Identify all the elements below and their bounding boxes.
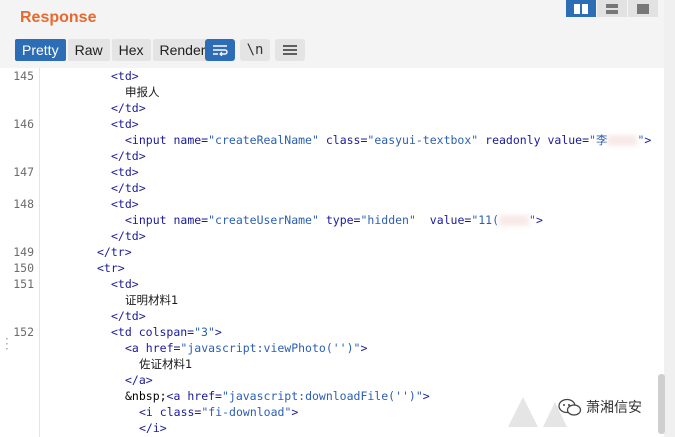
code-line: <a href="javascript:viewPhoto('')"> — [125, 341, 368, 355]
attr-value: javascript:downloadFile('') — [228, 389, 416, 403]
code-line: </a> — [125, 373, 153, 387]
attr-value: fi-download — [208, 405, 285, 419]
layout-horizontal-icon[interactable] — [597, 0, 628, 17]
layout-split-icon[interactable] — [566, 0, 597, 17]
code-line: </td> — [111, 309, 146, 323]
code-viewer[interactable]: 145 146 147 148 149 150 151 152 <td> 申报人… — [0, 68, 664, 437]
panel-title: Response — [20, 9, 97, 26]
scrollbar[interactable] — [664, 0, 675, 437]
tab-render[interactable]: Render — [152, 39, 213, 61]
code-line: <input name="createRealName" class="easy… — [125, 133, 652, 147]
attr-value: createUserName — [215, 213, 312, 227]
layout-single-icon[interactable] — [628, 0, 659, 17]
response-header: Response Pretty Raw Hex Render \n — [0, 0, 664, 68]
code-line: <tr> — [97, 261, 125, 275]
wrap-lines-icon[interactable] — [205, 39, 235, 61]
code-line: </td> — [111, 229, 146, 243]
layout-toggles — [566, 0, 659, 17]
redaction — [499, 215, 530, 226]
watermark-text: 萧湘信安 — [586, 400, 642, 416]
show-newlines-button[interactable]: \n — [240, 39, 270, 61]
tab-hex[interactable]: Hex — [111, 39, 151, 61]
attr-value: 3 — [201, 325, 208, 339]
line-number: 145 — [13, 69, 34, 83]
code-line: <td> — [111, 197, 139, 211]
line-number: 151 — [13, 277, 34, 291]
code-line: 佐证材料1 — [139, 356, 192, 372]
wechat-icon — [558, 398, 582, 416]
resize-handle[interactable]: · · · — [5, 333, 9, 355]
cell-text: 佐证材料1 — [139, 357, 193, 371]
code-line: </td> — [111, 181, 146, 195]
code-line: <i class="fi-download"> — [139, 405, 299, 419]
code-line: 证明材料1 — [125, 292, 178, 308]
redaction — [607, 135, 638, 146]
watermark: 萧湘信安 — [558, 397, 642, 417]
code-line: </tr> — [97, 245, 132, 259]
code-line: <td> — [111, 117, 139, 131]
code-line: <td> — [111, 69, 139, 83]
attr-value: 李 — [595, 133, 608, 147]
line-number: 147 — [13, 165, 34, 179]
code-line: </i> — [139, 421, 167, 435]
code-line: <td> — [111, 277, 139, 291]
code-line: &nbsp;<a href="javascript:downloadFile('… — [125, 389, 430, 403]
attr-value: hidden — [367, 213, 409, 227]
tab-pretty[interactable]: Pretty — [15, 39, 66, 61]
line-number: 149 — [13, 245, 34, 259]
attr-value: createRealName — [215, 133, 312, 147]
code-line: </td> — [111, 101, 146, 115]
menu-icon[interactable] — [275, 39, 305, 61]
line-number: 148 — [13, 197, 34, 211]
cell-text: 申报人 — [125, 85, 160, 99]
line-number: 146 — [13, 117, 34, 131]
code-line: <td colspan="3"> — [111, 325, 222, 339]
code-line: </td> — [111, 149, 146, 163]
attr-value: 11( — [478, 213, 500, 227]
entity-text: &nbsp; — [125, 389, 167, 403]
scrollbar-thumb[interactable] — [658, 374, 665, 434]
view-tabs: Pretty Raw Hex Render — [15, 39, 213, 61]
code-line: 申报人 — [125, 84, 160, 100]
code-line: <td> — [111, 165, 139, 179]
attr-value: javascript:viewPhoto('') — [187, 341, 354, 355]
code-line: <input name="createUserName" type="hidde… — [125, 213, 543, 227]
attr-value: easyui-textbox — [374, 133, 472, 147]
cell-text: 证明材料1 — [125, 293, 179, 307]
tab-raw[interactable]: Raw — [67, 39, 110, 61]
line-number: 150 — [13, 261, 34, 275]
line-number-gutter: 145 146 147 148 149 150 151 152 — [0, 68, 40, 437]
